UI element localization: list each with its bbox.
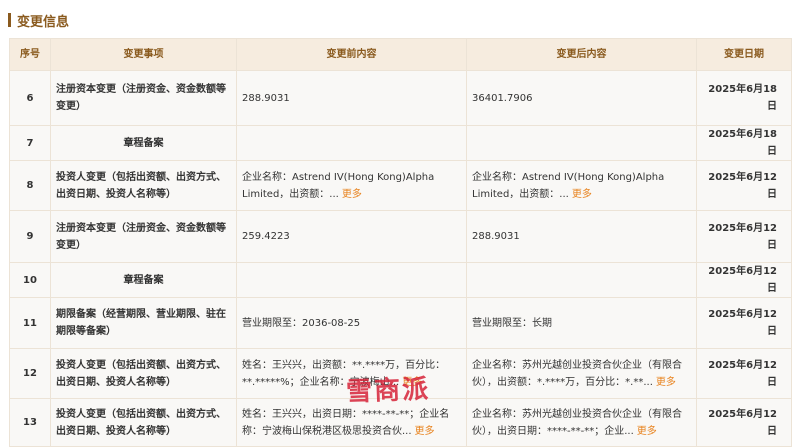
more-link[interactable]: 更多: [656, 377, 676, 388]
more-link[interactable]: 更多: [342, 189, 362, 200]
more-link[interactable]: 更多: [415, 426, 435, 437]
table-row: 9 注册资本变更（注册资金、资金数额等变更） 259.4223 288.9031…: [9, 210, 792, 263]
row-item: 章程备案: [50, 262, 237, 298]
row-after: 企业名称：Astrend IV(Hong Kong)Alpha Limited，…: [466, 160, 697, 211]
table-row: 11 期限备案（经营期限、营业期限、驻在期限等备案） 营业期限至：2036-08…: [9, 297, 792, 349]
row-after: 288.9031: [466, 210, 697, 263]
row-before: 288.9031: [236, 70, 467, 126]
row-date: 2025年6月12日: [696, 348, 792, 399]
row-no: 8: [9, 160, 51, 211]
more-link[interactable]: 更多: [572, 189, 592, 200]
row-after: [466, 125, 697, 161]
row-date: 2025年6月18日: [696, 125, 792, 161]
row-after: 36401.7906: [466, 70, 697, 126]
row-after: 营业期限至：长期: [466, 297, 697, 349]
row-date: 2025年6月12日: [696, 398, 792, 447]
table-header-row: 序号 变更事项 变更前内容 变更后内容 变更日期: [9, 38, 792, 71]
row-before: [236, 125, 467, 161]
row-before-text: 企业名称：Astrend IV(Hong Kong)Alpha Limited，…: [242, 171, 435, 200]
row-item: 期限备案（经营期限、营业期限、驻在期限等备案）: [50, 297, 237, 349]
header-item: 变更事项: [50, 38, 237, 71]
row-no: 7: [9, 125, 51, 161]
row-item: 投资人变更（包括出资额、出资方式、出资日期、投资人名称等）: [50, 348, 237, 399]
header-before: 变更前内容: [236, 38, 467, 71]
row-date: 2025年6月12日: [696, 210, 792, 263]
row-no: 12: [9, 348, 51, 399]
row-after: 企业名称：苏州光越创业投资合伙企业（有限合伙），出资额：*.****万，百分比：…: [466, 348, 697, 399]
row-before: [236, 262, 467, 298]
row-after: [466, 262, 697, 298]
row-no: 6: [9, 70, 51, 126]
row-item: 投资人变更（包括出资额、出资方式、出资日期、投资人名称等）: [50, 398, 237, 447]
header-no: 序号: [9, 38, 51, 71]
row-after-text: 企业名称：苏州光越创业投资合伙企业（有限合伙），出资额：*.****万，百分比：…: [472, 359, 682, 388]
row-before: 259.4223: [236, 210, 467, 263]
row-no: 11: [9, 297, 51, 349]
row-date: 2025年6月12日: [696, 297, 792, 349]
row-no: 10: [9, 262, 51, 298]
more-link[interactable]: 更多: [637, 426, 657, 437]
row-item: 章程备案: [50, 125, 237, 161]
row-before: 企业名称：Astrend IV(Hong Kong)Alpha Limited，…: [236, 160, 467, 211]
row-after: 企业名称：苏州光越创业投资合伙企业（有限合伙），出资日期：****-**-**；…: [466, 398, 697, 447]
row-no: 13: [9, 398, 51, 447]
header-after: 变更后内容: [466, 38, 697, 71]
section-header: 变更信息: [8, 10, 69, 30]
row-after-text: 企业名称：Astrend IV(Hong Kong)Alpha Limited，…: [472, 171, 665, 200]
row-item: 注册资本变更（注册资金、资金数额等变更）: [50, 210, 237, 263]
row-date: 2025年6月12日: [696, 160, 792, 211]
row-date: 2025年6月18日: [696, 70, 792, 126]
row-item: 投资人变更（包括出资额、出资方式、出资日期、投资人名称等）: [50, 160, 237, 211]
table-row: 8 投资人变更（包括出资额、出资方式、出资日期、投资人名称等） 企业名称：Ast…: [9, 160, 792, 211]
watermark-logo: 雪商派: [345, 374, 431, 408]
section-title: 变更信息: [17, 14, 70, 30]
row-no: 9: [9, 210, 51, 263]
section-marker: [8, 13, 11, 27]
table-row: 7 章程备案 2025年6月18日: [9, 125, 792, 161]
row-item: 注册资本变更（注册资金、资金数额等变更）: [50, 70, 237, 126]
table-row: 6 注册资本变更（注册资金、资金数额等变更） 288.9031 36401.79…: [9, 70, 792, 126]
row-date: 2025年6月12日: [696, 262, 792, 298]
table-row: 10 章程备案 2025年6月12日: [9, 262, 792, 298]
header-date: 变更日期: [696, 38, 792, 71]
row-before: 营业期限至：2036-08-25: [236, 297, 467, 349]
